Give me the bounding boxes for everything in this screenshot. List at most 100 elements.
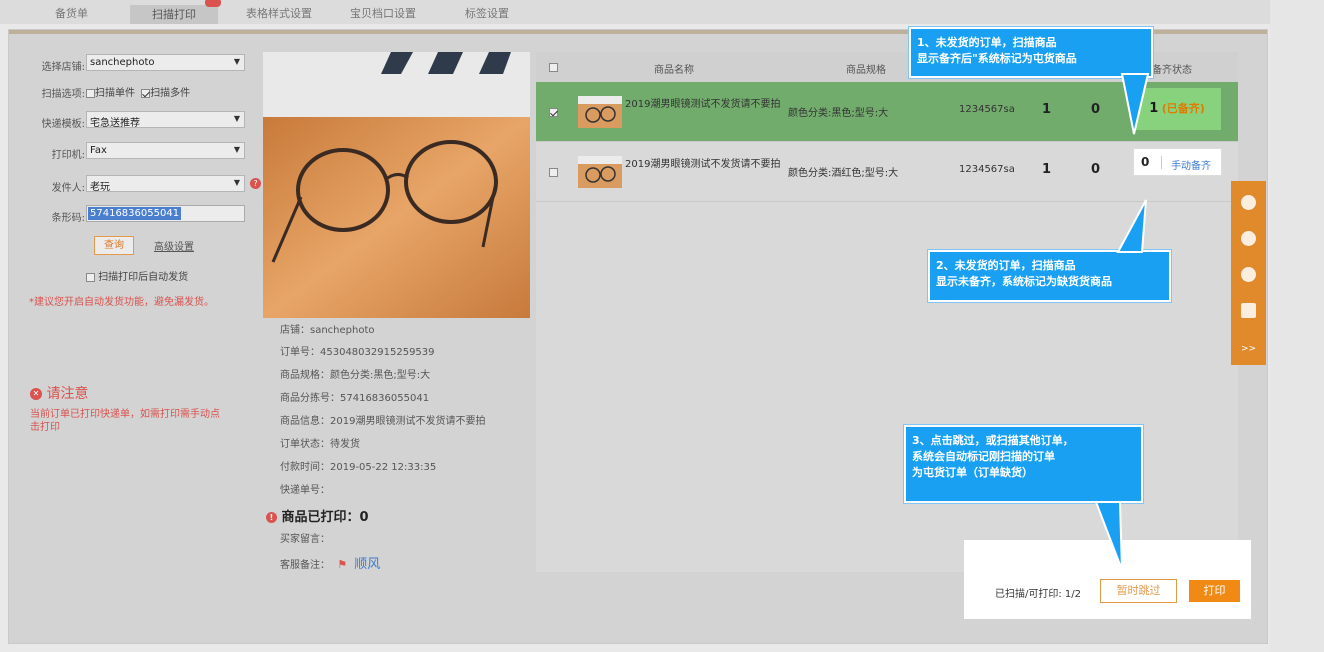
scanned-count: 已扫描/可打印: 1/2	[995, 589, 1082, 600]
warning-icon: !	[266, 512, 277, 523]
printed-status-text: 商品已打印：0	[281, 510, 369, 525]
sender-label: 发件人:	[51, 183, 85, 194]
store-label: 选择店铺:	[41, 62, 85, 73]
order-status: 订单状态：待发货	[280, 439, 360, 450]
row-code: 1234567sa	[959, 164, 1015, 175]
store-value: sanchephoto	[90, 57, 155, 68]
tab-label-settings[interactable]: 标签设置	[465, 5, 509, 24]
tab-stall-settings[interactable]: 宝贝档口设置	[350, 5, 416, 24]
side-toolbar: >>	[1231, 181, 1266, 365]
service-note-label: 客服备注：	[280, 560, 330, 571]
express-template-select[interactable]: 宅急送推荐 ▼	[86, 111, 245, 129]
help-icon[interactable]	[1241, 267, 1256, 282]
row-scanned: 0	[1091, 162, 1101, 177]
scan-multi-checkbox[interactable]	[141, 88, 151, 98]
service-note: 客服备注： ⚑ 顺风	[280, 553, 380, 572]
express-value: 宅急送推荐	[90, 118, 140, 129]
notice-title-text: 请注意	[46, 386, 89, 402]
chevron-down-icon: ▼	[233, 178, 240, 187]
right-margin	[1270, 0, 1324, 652]
order-store: 店铺：sanchephoto	[280, 325, 375, 336]
flag-icon: ⚑	[337, 558, 348, 571]
notice-text-line: 当前订单已打印快递单，如需打印需手动点	[30, 409, 220, 420]
bell-icon[interactable]	[1241, 231, 1256, 246]
row-code: 1234567sa	[959, 104, 1015, 115]
advanced-settings-link[interactable]: 高级设置	[154, 238, 194, 253]
row-spec: 颜色分类:酒红色;型号:大	[788, 168, 899, 179]
skip-button[interactable]: 暂时跳过	[1100, 579, 1177, 603]
service-note-value: 顺风	[354, 557, 381, 572]
divider	[1161, 156, 1162, 169]
order-sort-code: 商品分拣号：57416836055041	[280, 393, 430, 404]
auto-ship-option: 扫描打印后自动发货	[86, 268, 188, 283]
callout-text: 显示未备齐，系统标记为缺货货商品	[936, 275, 1112, 288]
ready-count: 0	[1141, 155, 1150, 169]
row-checkbox[interactable]	[549, 108, 558, 117]
product-thumbnail	[578, 96, 622, 128]
header-status: 备齐状态	[1152, 65, 1192, 76]
sender-select[interactable]: 老玩 ▼	[86, 175, 245, 193]
auto-ship-label: 扫描打印后自动发货	[98, 272, 189, 283]
order-tracking: 快递单号：	[280, 485, 330, 496]
store-select[interactable]: sanchephoto ▼	[86, 54, 245, 71]
tab-stock-list[interactable]: 备货单	[55, 5, 88, 24]
order-number: 订单号：453048032915259539	[280, 347, 435, 358]
callout-text: 1、未发货的订单，扫描商品	[917, 36, 1057, 49]
chevron-down-icon: ▼	[233, 114, 240, 123]
callout-not-ready: 2、未发货的订单，扫描商品 显示未备齐，系统标记为缺货货商品	[928, 250, 1171, 302]
chevron-down-icon: ▼	[233, 145, 240, 154]
product-thumbnail-image	[578, 156, 622, 188]
query-button[interactable]: 查询	[94, 236, 134, 255]
scan-options: 扫描单件 扫描多件	[86, 84, 190, 99]
printer-value: Fax	[90, 145, 107, 156]
table-row[interactable]: 2019潮男眼镜测试不发货请不要拍 颜色分类:酒红色;型号:大 1234567s…	[536, 142, 1238, 202]
scan-single-label: 扫描单件	[95, 88, 135, 99]
scan-single-checkbox[interactable]	[86, 88, 95, 98]
print-button[interactable]: 打印	[1189, 580, 1240, 602]
express-label: 快递模板:	[41, 119, 85, 130]
printer-label: 打印机:	[51, 150, 85, 161]
sender-value: 老玩	[90, 182, 110, 193]
help-icon[interactable]: ?	[250, 178, 261, 189]
product-photo	[263, 52, 530, 318]
chat-icon[interactable]	[1241, 195, 1256, 210]
callout-text: 系统会自动标记刚扫描的订单	[912, 450, 1055, 463]
row-qty: 1	[1042, 102, 1052, 117]
row-spec: 颜色分类:黑色;型号:大	[788, 108, 889, 119]
notice-text-line: 击打印	[30, 422, 60, 433]
callout-text: 显示备齐后"系统标记为屯货商品	[917, 52, 1077, 65]
row-checkbox[interactable]	[549, 168, 558, 177]
tab-table-style[interactable]: 表格样式设置	[246, 5, 312, 24]
row-qty: 1	[1042, 162, 1052, 177]
callout-text: 为屯货订单（订单缺货）	[912, 466, 1033, 479]
scan-options-label: 扫描选项:	[41, 89, 85, 100]
row-product-name: 2019潮男眼镜测试不发货请不要拍	[625, 159, 781, 170]
product-image	[263, 52, 530, 318]
printed-status: ! 商品已打印：0	[266, 506, 369, 525]
scan-multi-label: 扫描多件	[150, 88, 191, 99]
barcode-input[interactable]: 57416836055041	[86, 205, 245, 222]
manual-ready-button[interactable]: 手动备齐	[1171, 157, 1211, 172]
callout-ready: 1、未发货的订单，扫描商品 显示备齐后"系统标记为屯货商品	[909, 27, 1153, 78]
edit-icon[interactable]	[1241, 303, 1256, 318]
product-thumbnail	[578, 156, 622, 188]
row-product-name: 2019潮男眼镜测试不发货请不要拍	[625, 99, 781, 110]
callout-pointer	[1094, 501, 1123, 571]
header-name: 商品名称	[654, 65, 694, 76]
order-product: 商品信息：2019潮男眼镜测试不发货请不要拍	[280, 416, 486, 427]
auto-ship-checkbox[interactable]	[86, 272, 95, 282]
row-scanned: 0	[1091, 102, 1101, 117]
printer-select[interactable]: Fax ▼	[86, 142, 245, 159]
select-all-checkbox[interactable]	[549, 63, 558, 72]
tab-scan-print[interactable]: 扫描打印	[130, 5, 218, 24]
barcode-label: 条形码:	[51, 213, 85, 224]
order-spec: 商品规格：颜色分类:黑色;型号:大	[280, 370, 431, 381]
top-tab-bar: 备货单 扫描打印 表格样式设置 宝贝档口设置 标签设置	[0, 0, 1324, 24]
callout-pointer	[1116, 199, 1147, 253]
chevron-down-icon: ▼	[233, 57, 240, 66]
expand-icon[interactable]: >>	[1241, 344, 1256, 354]
callout-text: 3、点击跳过，或扫描其他订单，	[912, 434, 1074, 447]
ready-text: (已备齐)	[1161, 102, 1205, 115]
callout-pointer	[1120, 73, 1150, 135]
product-thumbnail-image	[578, 96, 622, 128]
